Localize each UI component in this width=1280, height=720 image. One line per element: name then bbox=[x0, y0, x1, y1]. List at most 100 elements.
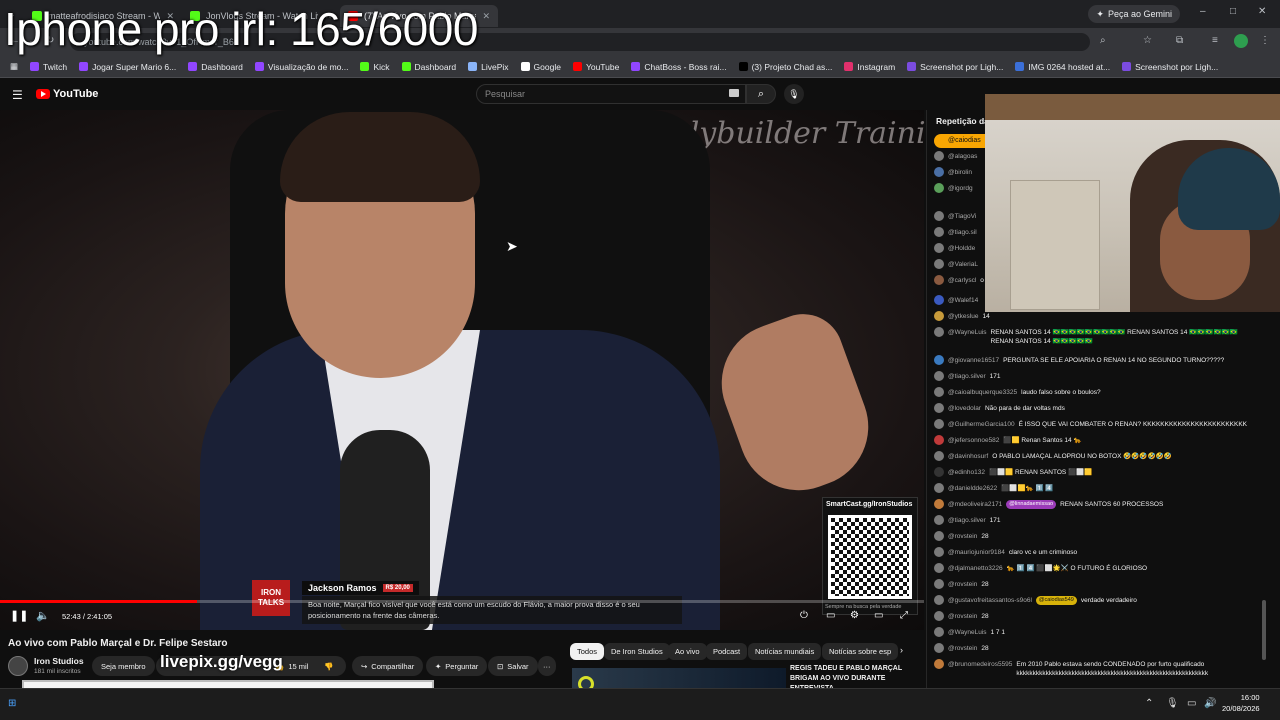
chat-scrollbar[interactable] bbox=[1262, 600, 1266, 660]
chat-message[interactable]: @edinho132 ⬛⬜🟨 RENAN SANTOS ⬛⬜🟨 bbox=[934, 467, 1250, 477]
chat-avatar[interactable] bbox=[934, 467, 944, 477]
chat-message[interactable]: @ytkeslue 14 bbox=[934, 311, 1250, 321]
bookmark-item[interactable]: Screenshot por Ligh... bbox=[901, 62, 1009, 72]
chat-author[interactable]: @tiago.silver bbox=[948, 372, 986, 381]
chat-author[interactable]: @tiago.sil bbox=[948, 228, 977, 237]
chat-avatar[interactable] bbox=[934, 211, 944, 221]
close-tab-icon[interactable]: ✕ bbox=[482, 11, 490, 22]
chat-message[interactable]: @gustavofreitassantos-s9o6l @caiodias549 v… bbox=[934, 595, 1250, 605]
chat-author[interactable]: @danieldde2622 bbox=[948, 484, 997, 493]
chat-message[interactable]: @brunomedeiros5595 Em 2010 Pablo estava s… bbox=[934, 659, 1250, 678]
chat-author[interactable]: @rovstein bbox=[948, 580, 977, 589]
chat-avatar[interactable] bbox=[934, 327, 944, 337]
close-window-icon[interactable]: ✕ bbox=[1258, 6, 1266, 17]
chat-avatar[interactable] bbox=[934, 371, 944, 381]
chat-avatar[interactable] bbox=[934, 419, 944, 429]
chat-avatar[interactable] bbox=[934, 579, 944, 589]
keyboard-icon[interactable] bbox=[729, 89, 739, 97]
chat-message[interactable]: @lovedolar Não para de dar voltas mds bbox=[934, 403, 1250, 413]
start-icon[interactable]: ⊞ bbox=[8, 698, 16, 709]
chat-author[interactable]: @ytkeslue bbox=[948, 312, 978, 321]
chat-author[interactable]: @TiagoVi bbox=[948, 212, 976, 221]
chat-avatar[interactable] bbox=[934, 483, 944, 493]
search-button[interactable]: ⌕ bbox=[746, 84, 776, 104]
chat-avatar[interactable] bbox=[934, 227, 944, 237]
share-button[interactable]: ↪ Compartilhar bbox=[352, 656, 424, 676]
channel-avatar[interactable] bbox=[8, 656, 28, 676]
chat-avatar[interactable] bbox=[934, 295, 944, 305]
chat-avatar[interactable] bbox=[934, 183, 944, 193]
captions-icon[interactable]: ▭ bbox=[826, 610, 835, 621]
voice-search-button[interactable]: 🎙 bbox=[784, 84, 804, 104]
search-input[interactable]: Pesquisar bbox=[476, 84, 746, 104]
chat-author[interactable]: @rovstein bbox=[948, 612, 977, 621]
chat-avatar[interactable] bbox=[934, 167, 944, 177]
chat-message[interactable]: @rovstein 28 bbox=[934, 611, 1250, 621]
chat-avatar[interactable] bbox=[934, 595, 944, 605]
bookmark-item[interactable]: (3) Projeto Chad as... bbox=[733, 62, 839, 72]
chip-0[interactable]: Todos bbox=[570, 643, 605, 660]
chat-message[interactable]: @WayneLuis 1 7 1 bbox=[934, 627, 1250, 637]
chat-message[interactable]: @rovstein 28 bbox=[934, 531, 1250, 541]
minimize-icon[interactable]: – bbox=[1200, 6, 1206, 17]
chat-avatar[interactable] bbox=[934, 643, 944, 653]
chat-avatar[interactable] bbox=[934, 355, 944, 365]
browser-menu-icon[interactable]: ⋮ bbox=[1260, 35, 1270, 46]
chat-message[interactable]: @giovanne16517 PERGUNTA SE ELE APOIARIA O… bbox=[934, 355, 1250, 365]
bookmark-item[interactable]: YouTube bbox=[567, 62, 625, 72]
chat-avatar[interactable] bbox=[934, 311, 944, 321]
chat-avatar[interactable] bbox=[934, 515, 944, 525]
chat-message[interactable]: @rovstein 28 bbox=[934, 579, 1250, 589]
bookmark-item[interactable]: Google bbox=[515, 62, 567, 72]
chat-author[interactable]: @lovedolar bbox=[948, 404, 981, 413]
chat-author[interactable]: @davinhosurf bbox=[948, 452, 988, 461]
chat-author[interactable]: @djalmanetto3226 bbox=[948, 564, 1003, 573]
autoplay-toggle-icon[interactable]: ⏻ bbox=[800, 610, 808, 621]
bookmark-item[interactable]: Instagram bbox=[838, 62, 901, 72]
chat-author[interactable]: @Holdde bbox=[948, 244, 975, 253]
channel-name[interactable]: Iron Studios bbox=[34, 656, 84, 666]
chat-author[interactable]: @gustavofreitassantos-s9o6l bbox=[948, 596, 1032, 605]
chips-next-icon[interactable]: › bbox=[900, 645, 903, 655]
chat-author[interactable]: @edinho132 bbox=[948, 468, 985, 477]
chat-avatar[interactable] bbox=[934, 659, 944, 669]
bookmark-item[interactable]: IMG 0264 hosted at... bbox=[1009, 62, 1116, 72]
ask-button[interactable]: ✦ Perguntar bbox=[426, 656, 488, 676]
chat-author[interactable]: @Walef14 bbox=[948, 296, 978, 305]
chat-message[interactable]: @mauriojunior9184 claro vc e um criminoso bbox=[934, 547, 1250, 557]
chat-message[interactable]: @rovstein 28 bbox=[934, 643, 1250, 653]
chat-author[interactable]: @jefersonnoe582 bbox=[948, 436, 999, 445]
chat-author[interactable]: @caioalbuquerque3325 bbox=[948, 388, 1017, 397]
chip-5[interactable]: Notícias sobre esp bbox=[822, 643, 899, 660]
chip-3[interactable]: Podcast bbox=[706, 643, 748, 660]
maximize-icon[interactable]: □ bbox=[1230, 6, 1236, 17]
bookmark-item[interactable]: Visualização de mo... bbox=[249, 62, 355, 72]
speaker-tray-icon[interactable]: 🔊 bbox=[1204, 698, 1216, 709]
profile-avatar[interactable] bbox=[1234, 34, 1248, 48]
chat-author[interactable]: @WayneLuis bbox=[948, 628, 987, 637]
chat-author[interactable]: @ValeriaL bbox=[948, 260, 978, 269]
extensions-icon[interactable]: ⧉ bbox=[1176, 35, 1183, 46]
chat-author[interactable]: @mauriojunior9184 bbox=[948, 548, 1005, 557]
chat-avatar[interactable] bbox=[934, 531, 944, 541]
zoom-icon[interactable]: ⌕ bbox=[1100, 35, 1106, 46]
chat-author[interactable]: @igordg bbox=[948, 184, 973, 193]
save-button[interactable]: ⊡ Salvar bbox=[488, 656, 538, 676]
chat-message[interactable]: @jefersonnoe582 ⬛🟨 Renan Santos 14 🐆 bbox=[934, 435, 1250, 445]
chat-author[interactable]: @rovstein bbox=[948, 644, 977, 653]
apps-icon[interactable]: ▦ bbox=[4, 61, 24, 72]
chat-avatar[interactable] bbox=[934, 275, 944, 285]
chat-author[interactable]: @carlyscl bbox=[948, 276, 976, 285]
chat-avatar[interactable] bbox=[934, 435, 944, 445]
bookmark-item[interactable]: Jogar Super Mario 6... bbox=[73, 62, 182, 72]
chat-avatar[interactable] bbox=[934, 547, 944, 557]
chat-author[interactable]: @tiago.silver bbox=[948, 516, 986, 525]
chip-2[interactable]: Ao vivo bbox=[668, 643, 707, 660]
bookmark-item[interactable]: ChatBoss - Boss rai... bbox=[625, 62, 732, 72]
bookmark-item[interactable]: Kick bbox=[354, 62, 395, 72]
chip-1[interactable]: De Iron Studios bbox=[604, 643, 670, 660]
chat-avatar[interactable] bbox=[934, 611, 944, 621]
chat-message[interactable]: @tiago.silver 171 bbox=[934, 515, 1250, 525]
chat-message[interactable]: @caioalbuquerque3325 laudo falso sobre o … bbox=[934, 387, 1250, 397]
chat-author[interactable]: @GuilhermeGarcia100 bbox=[948, 420, 1015, 429]
